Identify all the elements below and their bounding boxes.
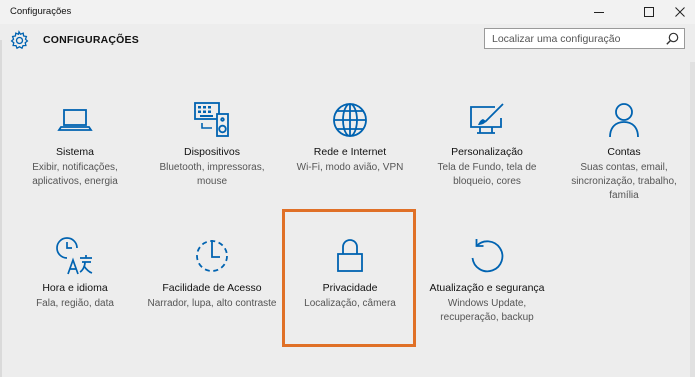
personalization-icon [467,100,507,140]
tile-description: Windows Update, recuperação, backup [440,298,534,323]
tile-description: Suas contas, email, sincronização, traba… [571,162,677,201]
window-left-edge [0,40,2,377]
tile-label: Personalização [451,146,523,158]
close-button[interactable] [663,0,695,24]
tile-description: Exibir, notificações, aplicativos, energ… [32,162,118,187]
tile-description: Narrador, lupa, alto contraste [147,298,277,309]
maximize-button[interactable] [632,0,666,24]
tile-label: Atualização e segurança [429,282,545,294]
tile-label: Dispositivos [183,146,241,158]
devices-icon [192,100,232,140]
tile-personalizacao[interactable]: Personalização Tela de Fundo, tela de bl… [420,100,554,220]
tile-description: Tela de Fundo, tela de bloqueio, cores [437,162,537,187]
page-title: CONFIGURAÇÕES [43,34,139,46]
laptop-icon [55,100,95,140]
search-box[interactable] [484,28,685,49]
update-icon [467,236,507,276]
tile-contas[interactable]: Contas Suas contas, email, sincronização… [557,100,691,220]
tile-description: Bluetooth, impressoras, mouse [159,162,265,187]
tile-description: Fala, região, data [36,298,114,309]
title-bar: Configurações [0,0,695,24]
tile-facilidade-acesso[interactable]: Facilidade de Acesso Narrador, lupa, alt… [145,236,279,356]
minimize-button[interactable] [582,0,616,24]
gear-icon [9,30,29,50]
tile-description: Wi-Fi, modo avião, VPN [296,162,404,173]
tile-label: Facilidade de Acesso [162,282,262,294]
tile-label: Hora e idioma [42,282,108,294]
maximize-icon [644,7,654,17]
tile-rede-internet[interactable]: Rede e Internet Wi-Fi, modo avião, VPN [283,100,417,220]
person-icon [604,100,644,140]
globe-icon [330,100,370,140]
ease-of-access-icon [192,236,232,276]
tile-atualizacao-seguranca[interactable]: Atualização e segurança Windows Update, … [420,236,554,356]
tile-label: Contas [607,146,641,158]
highlight-frame [282,209,416,347]
tile-dispositivos[interactable]: Dispositivos Bluetooth, impressoras, mou… [145,100,279,220]
tile-hora-idioma[interactable]: Hora e idioma Fala, região, data [8,236,142,356]
search-input[interactable] [485,29,661,48]
window-title: Configurações [10,6,72,17]
tile-label: Rede e Internet [313,146,387,158]
minimize-icon [594,12,604,13]
tile-label: Sistema [56,146,94,158]
tile-sistema[interactable]: Sistema Exibir, notificações, aplicativo… [8,100,142,220]
close-icon [675,7,685,17]
search-icon[interactable] [666,32,679,45]
time-language-icon [55,236,95,276]
